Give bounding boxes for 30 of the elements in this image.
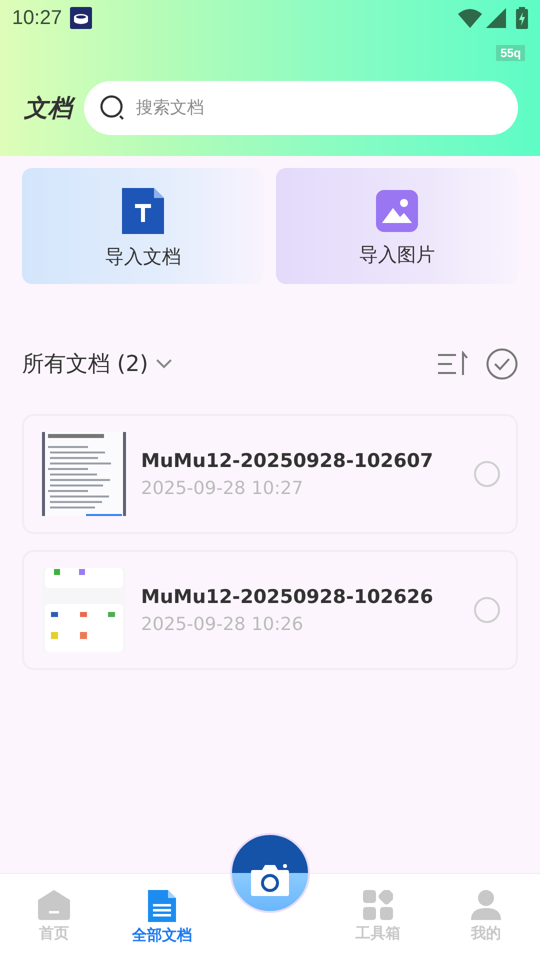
app-notification-icon <box>70 7 92 29</box>
person-icon <box>471 890 501 920</box>
document-card[interactable]: MuMu12-20250928-102626 2025-09-28 10:26 <box>22 550 518 670</box>
camera-icon <box>251 864 289 896</box>
document-card[interactable]: MuMu12-20250928-102607 2025-09-28 10:27 <box>22 414 518 534</box>
wifi-icon <box>458 8 482 28</box>
nav-tab[interactable]: 全部文档 <box>108 874 216 960</box>
document-icon <box>122 188 164 234</box>
signal-icon <box>486 8 506 28</box>
chevron-down-icon <box>156 359 172 369</box>
document-date: 2025-09-28 10:27 <box>141 478 304 498</box>
home-icon <box>38 890 70 920</box>
select-radio[interactable] <box>474 597 500 623</box>
document-icon <box>148 890 176 922</box>
document-name: MuMu12-20250928-102607 <box>141 450 434 472</box>
image-icon <box>376 190 418 232</box>
list-filter-dropdown[interactable]: 所有文档 (2) <box>22 349 172 379</box>
select-radio[interactable] <box>474 461 500 487</box>
overlay-badge: 55q <box>496 45 525 61</box>
document-date: 2025-09-28 10:26 <box>141 614 304 634</box>
document-name: MuMu12-20250928-102626 <box>141 586 434 608</box>
import-button[interactable]: 导入图片 <box>276 168 518 284</box>
select-all-icon[interactable] <box>486 348 518 380</box>
search-field[interactable]: 搜索文档 <box>84 81 518 135</box>
import-button[interactable]: 导入文档 <box>22 168 264 284</box>
status-time: 10:27 <box>12 6 62 30</box>
battery-icon <box>516 7 528 29</box>
grid-icon <box>363 890 393 920</box>
search-icon <box>100 95 126 121</box>
sort-icon[interactable] <box>438 351 468 377</box>
